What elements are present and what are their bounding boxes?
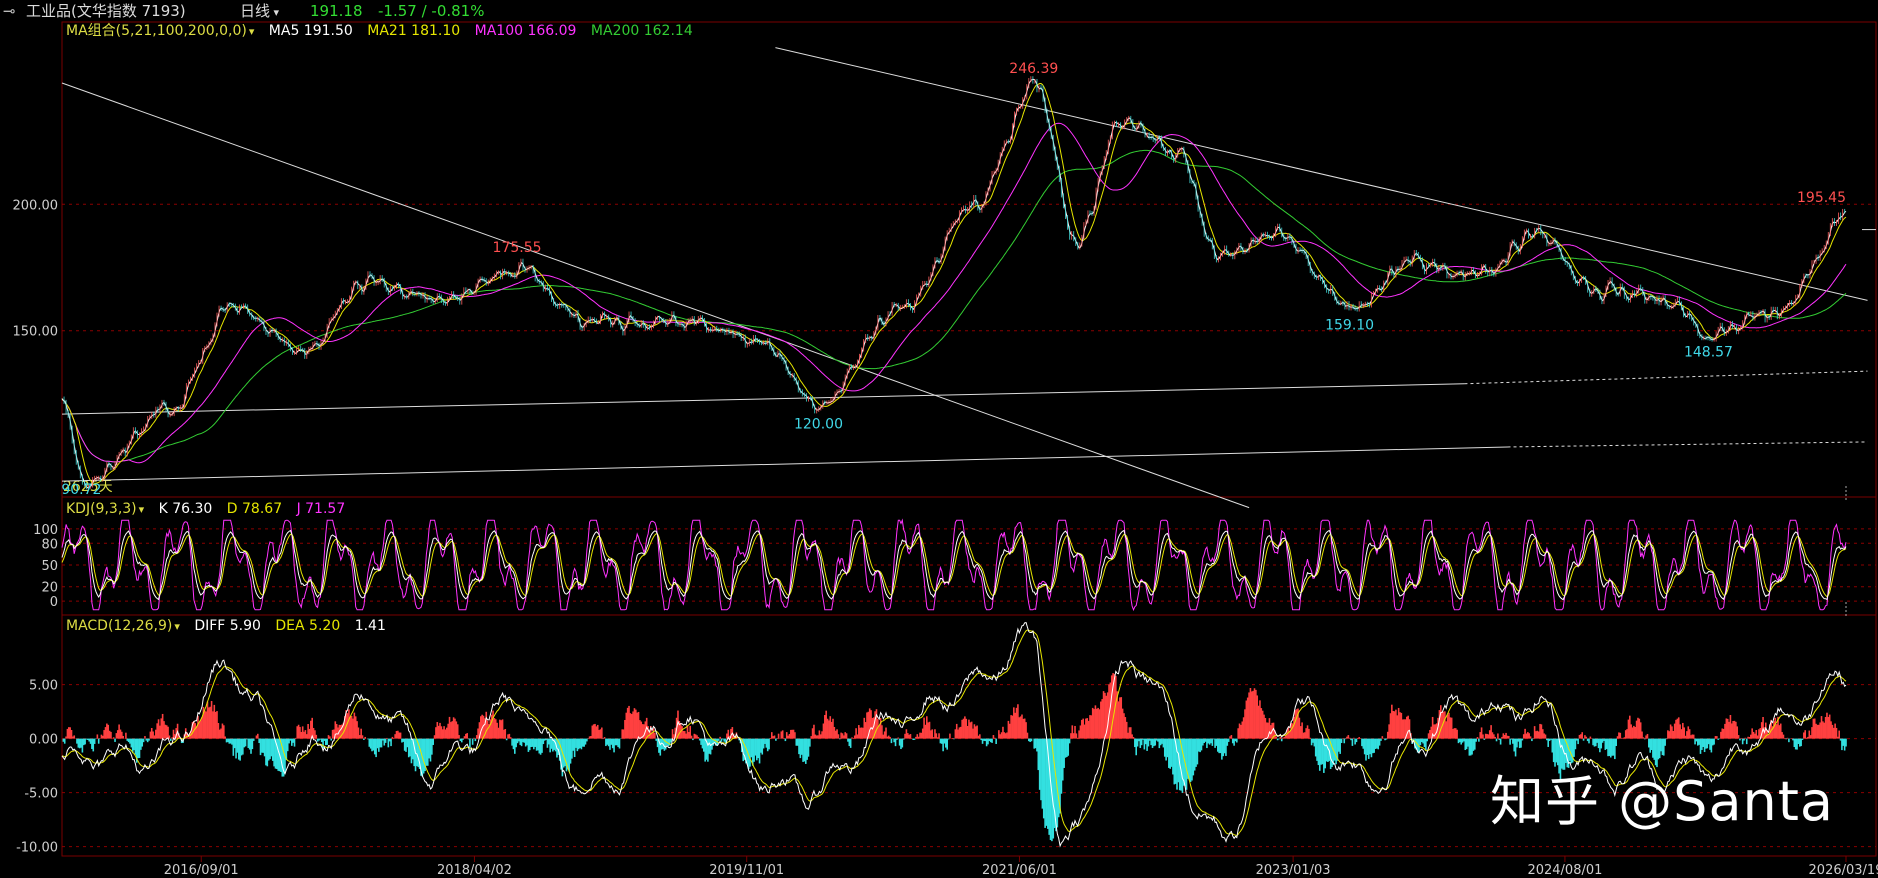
price-annotation: 246.39 xyxy=(1009,61,1058,77)
candlestick-group xyxy=(63,76,1846,490)
x-tick-label: 2026/03/19 xyxy=(1809,863,1878,878)
y-tick-label: 20 xyxy=(41,581,58,596)
price-annotation: 148.57 xyxy=(1684,344,1733,360)
y-tick-label: 0.00 xyxy=(29,733,58,748)
trend-line xyxy=(61,446,1508,482)
y-tick-label: -10.00 xyxy=(16,841,58,856)
price-annotation: 120.00 xyxy=(794,417,843,433)
price-annotation: 195.45 xyxy=(1797,190,1846,206)
x-tick-label: 2018/04/02 xyxy=(437,863,512,878)
y-tick-label: 80 xyxy=(41,537,58,552)
x-tick-label: 2023/01/03 xyxy=(1256,863,1331,878)
watermark: 知乎 @Santa xyxy=(1490,770,1835,833)
price-annotation: 90.72 xyxy=(61,482,101,498)
ma21-series xyxy=(61,83,1847,484)
chart-canvas[interactable]: 200.00 150.00 10080 50 200 5.00 0.00 -5.00 -10.0… xyxy=(0,0,1878,878)
y-tick-label: 150.00 xyxy=(13,325,59,340)
trend-line xyxy=(61,82,1250,509)
trend-line xyxy=(1464,370,1868,385)
x-tick-label: 2024/08/01 xyxy=(1527,863,1602,878)
x-tick-label: 2016/09/01 xyxy=(164,863,239,878)
x-tick-label: 2021/06/01 xyxy=(982,863,1057,878)
price-annotation: 175.55 xyxy=(493,240,542,256)
y-tick-label: 50 xyxy=(41,559,58,574)
x-tick-label: 2019/11/01 xyxy=(709,863,784,878)
ma5-series xyxy=(61,78,1847,489)
trend-line xyxy=(61,383,1465,415)
y-tick-label: 5.00 xyxy=(29,679,58,694)
price-annotation: 159.10 xyxy=(1325,318,1374,334)
ma200-series xyxy=(61,149,1847,463)
y-tick-label: 100 xyxy=(33,523,58,538)
y-tick-label: -5.00 xyxy=(24,787,58,802)
y-tick-label: 200.00 xyxy=(13,198,59,213)
ma100-series xyxy=(61,122,1847,464)
trend-line xyxy=(1507,441,1868,448)
y-tick-label: 0 xyxy=(50,595,58,610)
